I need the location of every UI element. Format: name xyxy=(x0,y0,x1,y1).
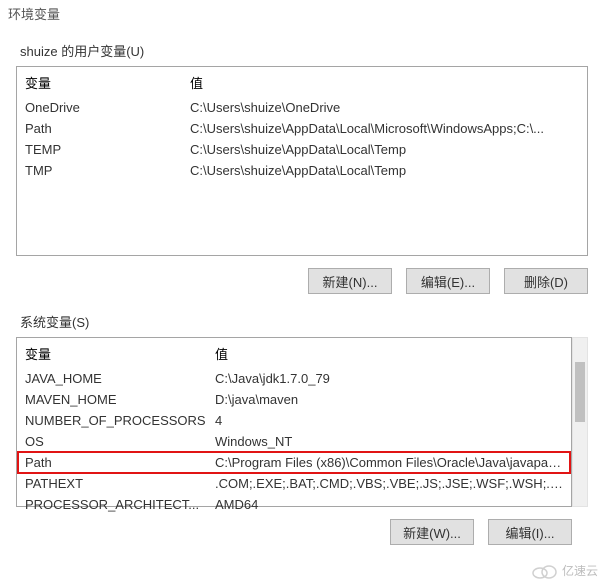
table-row[interactable]: OneDrive C:\Users\shuize\OneDrive xyxy=(17,97,587,118)
cell-variable: PROCESSOR_ARCHITECT... xyxy=(25,497,215,512)
user-button-row: 新建(N)... 编辑(E)... 删除(D) xyxy=(16,268,588,294)
table-row[interactable]: MAVEN_HOME D:\java\maven xyxy=(17,389,571,410)
scrollbar-thumb[interactable] xyxy=(575,362,585,422)
cell-value: Windows_NT xyxy=(215,434,563,449)
system-button-row: 新建(W)... 编辑(I)... xyxy=(16,519,572,545)
cell-value: C:\Users\shuize\AppData\Local\Temp xyxy=(190,163,579,178)
dialog-title: 环境变量 xyxy=(0,0,604,31)
cell-value: D:\java\maven xyxy=(215,392,563,407)
user-table-header: 变量 值 xyxy=(17,67,587,97)
user-delete-button[interactable]: 删除(D) xyxy=(504,268,588,294)
user-vars-table[interactable]: 变量 值 OneDrive C:\Users\shuize\OneDrive P… xyxy=(16,66,588,256)
cell-variable: TMP xyxy=(25,163,190,178)
system-edit-button[interactable]: 编辑(I)... xyxy=(488,519,572,545)
table-row[interactable]: Path C:\Users\shuize\AppData\Local\Micro… xyxy=(17,118,587,139)
header-variable: 变量 xyxy=(25,73,190,92)
system-table-wrapper: 变量 值 JAVA_HOME C:\Java\jdk1.7.0_79 MAVEN… xyxy=(16,337,572,507)
cell-variable: Path xyxy=(25,121,190,136)
scrollbar[interactable] xyxy=(572,337,588,507)
watermark-text: 亿速云 xyxy=(562,562,598,579)
cell-variable: MAVEN_HOME xyxy=(25,392,215,407)
watermark: 亿速云 xyxy=(530,561,598,579)
cell-value: C:\Users\shuize\AppData\Local\Microsoft\… xyxy=(190,121,579,136)
cell-variable: OneDrive xyxy=(25,100,190,115)
cell-value: C:\Program Files (x86)\Common Files\Orac… xyxy=(215,455,563,470)
cell-variable: NUMBER_OF_PROCESSORS xyxy=(25,413,215,428)
table-row-highlighted[interactable]: Path C:\Program Files (x86)\Common Files… xyxy=(17,451,571,474)
table-row[interactable]: JAVA_HOME C:\Java\jdk1.7.0_79 xyxy=(17,368,571,389)
system-new-button[interactable]: 新建(W)... xyxy=(390,519,474,545)
system-table-header: 变量 值 xyxy=(17,338,571,368)
table-row[interactable]: OS Windows_NT xyxy=(17,431,571,452)
system-vars-table[interactable]: 变量 值 JAVA_HOME C:\Java\jdk1.7.0_79 MAVEN… xyxy=(16,337,572,507)
cell-variable: OS xyxy=(25,434,215,449)
cell-value: C:\Users\shuize\OneDrive xyxy=(190,100,579,115)
cell-value: AMD64 xyxy=(215,497,563,512)
table-row[interactable]: TEMP C:\Users\shuize\AppData\Local\Temp xyxy=(17,139,587,160)
cell-value: 4 xyxy=(215,413,563,428)
table-row[interactable]: NUMBER_OF_PROCESSORS 4 xyxy=(17,410,571,431)
title-text: 环境变量 xyxy=(8,7,60,22)
table-row[interactable]: PATHEXT .COM;.EXE;.BAT;.CMD;.VBS;.VBE;.J… xyxy=(17,473,571,494)
header-variable: 变量 xyxy=(25,344,215,363)
cell-value: C:\Java\jdk1.7.0_79 xyxy=(215,371,563,386)
cell-value: .COM;.EXE;.BAT;.CMD;.VBS;.VBE;.JS;.JSE;.… xyxy=(215,476,563,491)
cell-variable: JAVA_HOME xyxy=(25,371,215,386)
cell-variable: Path xyxy=(25,455,215,470)
header-value: 值 xyxy=(215,344,563,363)
user-edit-button[interactable]: 编辑(E)... xyxy=(406,268,490,294)
user-new-button[interactable]: 新建(N)... xyxy=(308,268,392,294)
header-value: 值 xyxy=(190,73,579,92)
user-vars-label: shuize 的用户变量(U) xyxy=(20,41,588,60)
table-row[interactable]: TMP C:\Users\shuize\AppData\Local\Temp xyxy=(17,160,587,181)
table-row[interactable]: PROCESSOR_ARCHITECT... AMD64 xyxy=(17,494,571,515)
cell-value: C:\Users\shuize\AppData\Local\Temp xyxy=(190,142,579,157)
dialog-body: shuize 的用户变量(U) 变量 值 OneDrive C:\Users\s… xyxy=(0,41,604,573)
cell-variable: TEMP xyxy=(25,142,190,157)
system-vars-label: 系统变量(S) xyxy=(20,312,588,331)
cloud-icon xyxy=(530,561,558,579)
cell-variable: PATHEXT xyxy=(25,476,215,491)
